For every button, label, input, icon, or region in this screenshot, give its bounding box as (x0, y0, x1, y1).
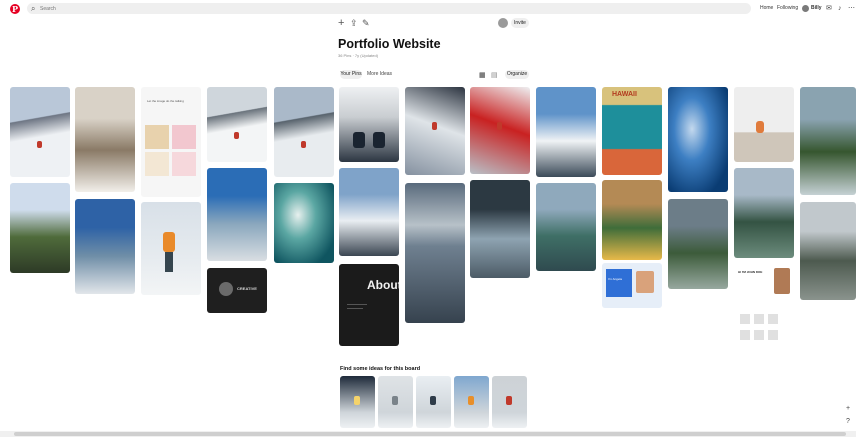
board-pin[interactable] (405, 87, 465, 175)
organize-button[interactable]: Organize (505, 70, 529, 79)
nav-home-link[interactable]: Home (760, 3, 773, 14)
nav-following-link[interactable]: Following (777, 3, 798, 14)
board-pin[interactable] (405, 183, 465, 323)
board-pin[interactable]: HAWAII (602, 87, 662, 175)
collaborator-avatar[interactable] (498, 18, 508, 28)
board-pin[interactable]: About (339, 264, 399, 346)
board-pin[interactable] (470, 180, 530, 278)
notifications-icon[interactable]: ♪ (838, 3, 842, 14)
board-pin[interactable] (10, 183, 70, 273)
board-pin[interactable] (536, 183, 596, 271)
skier-figure (301, 141, 306, 148)
board-pin[interactable] (75, 199, 135, 294)
board-pin[interactable] (470, 87, 530, 174)
share-icon[interactable]: ⇪ (350, 17, 358, 29)
edit-icon[interactable]: ✎ (362, 17, 370, 29)
add-icon[interactable]: + (338, 17, 344, 29)
board-pin[interactable] (602, 180, 662, 260)
tab-more-ideas[interactable]: More Ideas (367, 70, 392, 79)
board-pin[interactable] (274, 87, 334, 177)
grid-view-icon[interactable]: ▦ (479, 71, 486, 79)
board-pin[interactable] (339, 87, 399, 162)
suggestion-pin[interactable] (340, 376, 375, 428)
board-pin[interactable] (274, 183, 334, 263)
board-pin[interactable] (668, 87, 728, 192)
invite-button[interactable]: Invite (511, 18, 529, 28)
board-pin[interactable] (536, 87, 596, 177)
messages-icon[interactable]: ✉ (826, 3, 832, 14)
skier-figure (234, 132, 239, 139)
suggestion-pin[interactable] (492, 376, 527, 428)
suggestion-pin[interactable] (416, 376, 451, 428)
pin-hawaii-title: HAWAII (612, 91, 637, 98)
board-pin[interactable] (141, 202, 201, 295)
suggestion-pin[interactable] (378, 376, 413, 428)
board-pin[interactable] (339, 168, 399, 256)
user-avatar[interactable] (802, 5, 809, 12)
search-icon: ⌕ (31, 4, 36, 13)
board-meta: 36 Pins · 7y (Updated) (338, 53, 379, 58)
more-options-icon[interactable]: ⋯ (848, 3, 855, 14)
skier-figure (37, 141, 42, 148)
board-pin[interactable] (800, 87, 856, 195)
user-name[interactable]: Billy (811, 3, 822, 14)
board-pin[interactable] (10, 87, 70, 177)
board-pin[interactable]: Let the image do the talking (141, 87, 201, 197)
board-pin[interactable] (668, 199, 728, 289)
board-pin[interactable]: I'm Angela (602, 263, 662, 308)
board-title: Portfolio Website (338, 37, 441, 51)
pin-about-title: About (367, 278, 399, 292)
board-pin[interactable] (207, 87, 267, 162)
pinterest-logo[interactable]: P (10, 4, 20, 14)
board-pin[interactable] (734, 87, 794, 162)
board-pin[interactable] (800, 202, 856, 300)
search-input[interactable] (40, 3, 240, 14)
pin-web-blue-title: I'm Angela (608, 277, 622, 281)
compact-view-icon[interactable]: ▤ (491, 71, 498, 79)
board-pin[interactable] (75, 87, 135, 192)
suggestions-title: Find some ideas for this board (340, 366, 421, 372)
pin-ui-header: Let the image do the talking (147, 99, 184, 103)
search-bar[interactable]: ⌕ (27, 3, 751, 14)
add-pin-fab[interactable]: + (846, 405, 850, 412)
pin-dark-card-title: CREATIVE (237, 286, 257, 291)
scrollbar-thumb[interactable] (14, 432, 846, 436)
board-pin[interactable]: HI I'M JOHN DOE (734, 262, 794, 354)
pin-web-white-title: HI I'M JOHN DOE (738, 270, 763, 274)
suggestion-pin[interactable] (454, 376, 489, 428)
tab-your-pins[interactable]: Your Pins (340, 70, 362, 79)
board-pin[interactable]: CREATIVE (207, 268, 267, 313)
board-pin[interactable] (207, 168, 267, 261)
board-pin[interactable] (734, 168, 794, 258)
help-fab[interactable]: ? (846, 418, 850, 425)
